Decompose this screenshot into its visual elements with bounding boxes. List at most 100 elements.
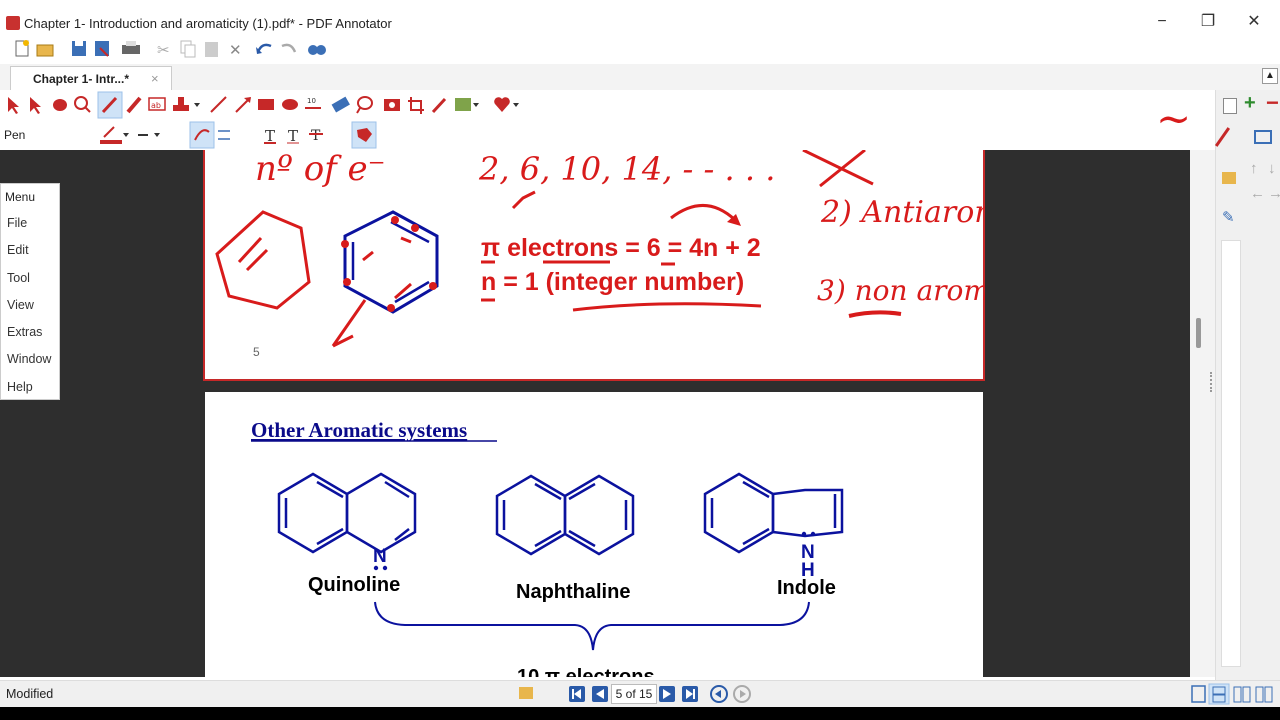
menu-item-extras[interactable]: Extras [7, 325, 42, 339]
tab-label: Chapter 1- Intr...* [33, 72, 130, 86]
menu-item-window[interactable]: Window [7, 352, 51, 366]
svg-text:T: T [311, 128, 321, 144]
favorites-heart-icon[interactable] [494, 97, 519, 112]
pipette-icon[interactable] [431, 97, 447, 114]
paste-icon[interactable] [205, 42, 218, 57]
scroll-down-icon[interactable]: ↓ [1268, 160, 1276, 177]
pdf-page-5[interactable]: nº of e⁻ 2, 6, 10, 14, - - . . . π elect… [203, 150, 985, 381]
select-text-icon[interactable] [30, 97, 41, 114]
zoom-icon[interactable] [74, 96, 91, 113]
dropdown-chevron-icon[interactable] [194, 103, 200, 107]
ink-hexagon-bonds [237, 236, 269, 272]
history-back-icon[interactable] [710, 685, 728, 703]
back-icon[interactable]: ← [1250, 185, 1265, 202]
integer-n-line: n = 1 (integer number) [481, 268, 744, 296]
fit-page-icon[interactable] [1254, 130, 1272, 144]
find-icon[interactable] [308, 45, 326, 55]
ink-arrow-down [331, 299, 367, 348]
delete-icon[interactable]: ✕ [229, 41, 242, 59]
remove-icon[interactable]: − [1266, 90, 1279, 116]
ink-electron-series: 2, 6, 10, 14, - - . . . [478, 150, 775, 188]
save-icon[interactable] [72, 41, 86, 56]
insert-image-icon[interactable] [455, 98, 479, 111]
thumbnail-strip[interactable] [1221, 240, 1241, 667]
save-as-icon[interactable] [95, 41, 109, 57]
splitter-handle[interactable] [1210, 372, 1216, 392]
menu-item-edit[interactable]: Edit [7, 243, 29, 257]
minimize-button[interactable]: − [1150, 10, 1174, 34]
page-number-field[interactable]: 5 of 15 [611, 684, 657, 704]
scrollbar-thumb[interactable] [1196, 318, 1201, 348]
ink-check-mark [511, 190, 536, 210]
pen-color-picker[interactable] [100, 126, 129, 144]
comment-icon[interactable] [356, 96, 373, 114]
new-document-icon[interactable] [15, 40, 29, 57]
tab-document[interactable]: Chapter 1- Intr...* × [10, 66, 172, 91]
vertical-scrollbar[interactable] [1190, 150, 1215, 677]
menu-item-view[interactable]: View [7, 298, 34, 312]
page5-ink-layer: nº of e⁻ 2, 6, 10, 14, - - . . . π elect… [215, 150, 985, 359]
history-forward-icon[interactable] [733, 685, 751, 703]
print-icon[interactable] [122, 41, 140, 54]
ink-hexagon [215, 210, 311, 310]
last-page-icon[interactable] [682, 686, 698, 702]
measure-tool-icon[interactable]: 10 [305, 97, 321, 109]
hand-icon[interactable] [53, 99, 67, 111]
menu-item-tool[interactable]: Tool [7, 271, 30, 285]
ink-curved-arrow [670, 204, 737, 222]
previous-page-icon[interactable] [592, 686, 608, 702]
copy-icon[interactable] [180, 40, 196, 58]
ink-electron-count: nº of e⁻ [255, 150, 386, 189]
tab-close-icon[interactable]: × [151, 71, 159, 86]
two-page-continuous-icon[interactable] [1255, 686, 1273, 703]
redo-icon[interactable] [281, 43, 297, 53]
single-page-view-icon[interactable] [1191, 685, 1206, 703]
maximize-button[interactable]: ❐ [1196, 10, 1220, 34]
screen-bottom-edge [0, 707, 1280, 720]
text-strike-icon[interactable]: T [309, 128, 323, 144]
indole-structure [703, 472, 844, 554]
rectangle-tool-icon[interactable] [258, 99, 274, 110]
ellipse-tool-icon[interactable] [282, 99, 298, 110]
two-page-view-icon[interactable] [1233, 686, 1251, 703]
crop-icon[interactable] [408, 97, 424, 114]
text-italic-icon[interactable]: T [287, 127, 299, 145]
pdf-page-6[interactable]: Other Aromatic systems N Quinoline Napht… [205, 392, 983, 677]
text-tool-icon[interactable]: T [264, 127, 276, 145]
pi-electrons-line: π electrons = 6 = 4n + 2 [481, 234, 761, 262]
svg-text:✂: ✂ [157, 41, 170, 59]
svg-text:✕: ✕ [229, 41, 242, 59]
arrow-tool-icon[interactable] [235, 97, 251, 113]
forward-icon[interactable]: → [1268, 185, 1280, 202]
line-style-picker[interactable] [138, 133, 160, 137]
page-icon[interactable] [1223, 98, 1237, 114]
pen-sidebar-icon[interactable] [1214, 127, 1231, 147]
first-page-icon[interactable] [569, 686, 585, 702]
folder-icon[interactable] [1222, 172, 1236, 184]
svg-text:10: 10 [307, 97, 316, 105]
eraser-icon[interactable] [331, 96, 350, 113]
menu-item-file[interactable]: File [7, 216, 27, 230]
pen-preview-stroke: ~ [1156, 94, 1192, 143]
page-thumbnails-icon[interactable] [519, 687, 533, 699]
attachment-icon[interactable]: ✎ [1222, 208, 1235, 226]
line-tool-icon[interactable] [210, 96, 227, 113]
straight-stroke-icon[interactable] [218, 130, 230, 140]
select-arrow-icon[interactable] [8, 97, 19, 114]
current-tool-label: Pen [4, 128, 26, 142]
highlighter-icon[interactable] [126, 96, 142, 114]
open-folder-icon[interactable] [36, 44, 54, 57]
camera-icon[interactable] [384, 99, 400, 111]
title-bar: Chapter 1- Introduction and aromaticity … [0, 0, 1280, 36]
undo-icon[interactable] [256, 43, 272, 54]
close-window-button[interactable]: ✕ [1242, 10, 1266, 34]
menu-item-help[interactable]: Help [7, 380, 33, 394]
scroll-up-icon[interactable]: ↑ [1250, 160, 1258, 177]
stamp-icon[interactable] [173, 97, 189, 111]
add-icon[interactable]: + [1244, 92, 1256, 115]
next-page-icon[interactable] [659, 686, 675, 702]
smooth-stroke-toggle[interactable] [189, 121, 215, 149]
text-box-icon[interactable]: ab [148, 97, 166, 111]
scroll-tabs-button[interactable]: ▲ [1262, 68, 1278, 84]
cut-icon[interactable]: ✂ [157, 41, 170, 59]
